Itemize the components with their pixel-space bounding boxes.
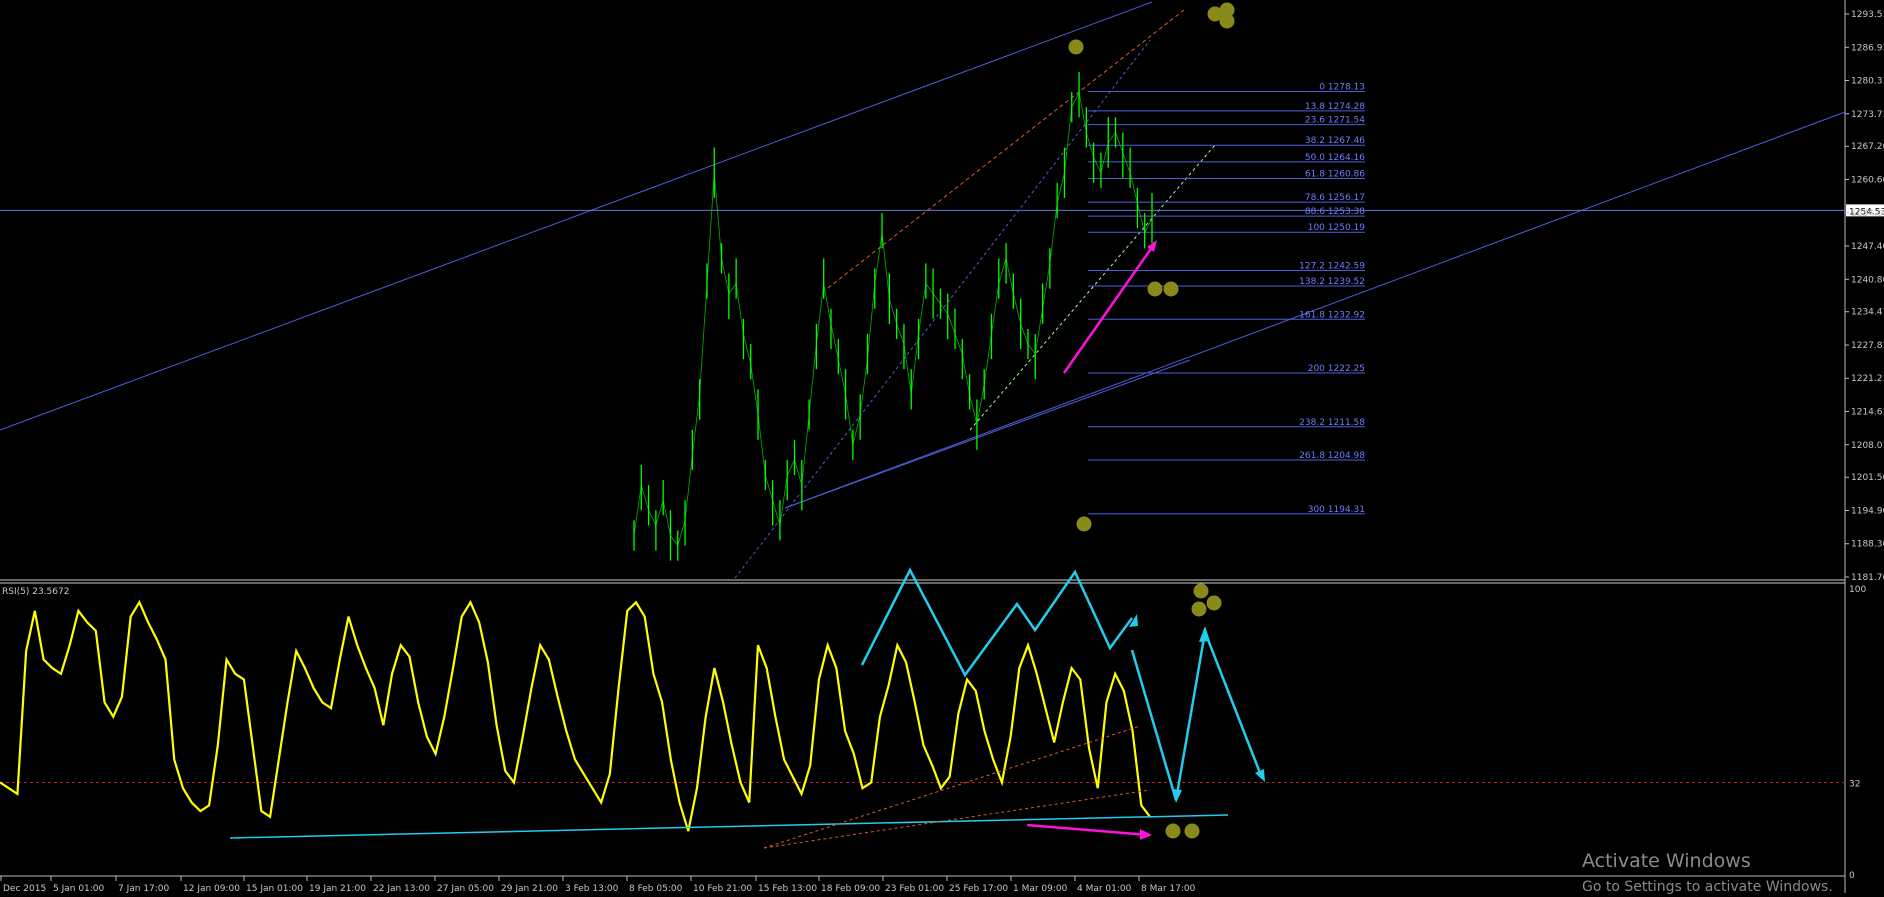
watermark-subtitle: Go to Settings to activate Windows. <box>1582 879 1833 895</box>
marker-dot <box>1206 595 1222 611</box>
price-tick-label: 1286.91 <box>1851 43 1884 53</box>
time-tick-label: 5 Jan 01:00 <box>53 884 105 893</box>
time-tick-label: 7 Jan 17:00 <box>118 884 170 893</box>
fib-level-label: 88.6 1253.38 <box>1305 207 1365 217</box>
marker-dot <box>1165 823 1181 839</box>
time-tick-label: 25 Feb 17:00 <box>949 884 1008 893</box>
price-tick-label: 1234.41 <box>1851 308 1884 318</box>
time-tick-label: 23 Feb 01:00 <box>885 884 944 893</box>
marker-dot <box>1193 583 1209 599</box>
price-tick-label: 1221.21 <box>1851 374 1884 384</box>
price-tick-label: 1293.51 <box>1851 10 1884 20</box>
fib-level-label: 100 1250.19 <box>1308 223 1366 233</box>
price-tick-label: 1208.01 <box>1851 441 1884 451</box>
price-tick-label: 1214.61 <box>1851 408 1884 418</box>
rsi-tick-label: 0 <box>1849 871 1855 881</box>
time-tick-label: 29 Jan 21:00 <box>501 884 558 893</box>
rsi-label: RSI(5) 23.5672 <box>2 587 69 597</box>
marker-dot <box>1184 823 1200 839</box>
fib-level-label: 23.6 1271.54 <box>1305 116 1365 126</box>
time-tick-label: 27 Jan 05:00 <box>437 884 494 893</box>
price-tick-label: 1240.86 <box>1851 275 1884 285</box>
time-tick-label: 15 Jan 01:00 <box>246 884 303 893</box>
time-tick-label: 4 Mar 01:00 <box>1077 884 1132 893</box>
time-tick-label: 18 Feb 09:00 <box>821 884 880 893</box>
price-tick-label: 1188.36 <box>1851 540 1884 550</box>
price-tick-label: 1247.46 <box>1851 242 1884 252</box>
watermark-title: Activate Windows <box>1582 850 1751 872</box>
time-tick-label: 8 Mar 17:00 <box>1141 884 1196 893</box>
time-tick-label: 12 Jan 09:00 <box>183 884 240 893</box>
price-tick-label: 1267.26 <box>1851 142 1884 152</box>
fib-level-label: 38.2 1267.46 <box>1305 136 1365 146</box>
price-tick-label: 1260.66 <box>1851 175 1884 185</box>
fib-level-label: 61.8 1260.86 <box>1305 169 1365 179</box>
time-tick-label: 15 Feb 13:00 <box>758 884 817 893</box>
fib-level-label: 13.8 1274.28 <box>1305 102 1365 112</box>
fib-level-label: 50.0 1264.16 <box>1305 153 1365 163</box>
price-tick-label: 1254.06 <box>1851 209 1884 219</box>
fib-level-label: 238.2 1211.58 <box>1299 418 1365 428</box>
price-tick-label: 1181.76 <box>1851 573 1884 583</box>
time-tick-label: 19 Jan 21:00 <box>309 884 366 893</box>
fib-level-label: 0 1278.13 <box>1319 82 1365 92</box>
time-tick-label: 22 Jan 13:00 <box>373 884 430 893</box>
fib-level-label: 300 1194.31 <box>1308 505 1365 515</box>
rsi-tick-label: 100 <box>1849 585 1866 595</box>
marker-dot <box>1219 13 1235 29</box>
time-tick-label: 3 Feb 13:00 <box>565 884 619 893</box>
time-tick-label: 10 Feb 21:00 <box>693 884 752 893</box>
marker-dot <box>1076 516 1092 532</box>
fib-level-label: 161.8 1232.92 <box>1299 310 1365 320</box>
chart-background <box>0 0 1884 893</box>
activate-windows-watermark: Activate Windows Go to Settings to activ… <box>1582 850 1833 895</box>
marker-dot <box>1068 39 1084 55</box>
fib-level-label: 200 1222.25 <box>1308 364 1365 374</box>
time-tick-label: 8 Feb 05:00 <box>629 884 683 893</box>
marker-dot <box>1147 281 1163 297</box>
fib-level-label: 138.2 1239.52 <box>1299 277 1365 287</box>
fib-level-label: 261.8 1204.98 <box>1299 451 1365 461</box>
price-tick-label: 1227.81 <box>1851 341 1884 351</box>
marker-dot <box>1191 601 1207 617</box>
time-tick-label: Dec 2015 <box>3 884 46 893</box>
chart-canvas[interactable]: 0 1278.13 13.8 1274.28 23.6 1271.54 38.2 12… <box>0 0 1884 894</box>
fib-level-label: 127.2 1242.59 <box>1299 262 1365 272</box>
time-tick-label: 1 Mar 09:00 <box>1013 884 1068 893</box>
price-tick-label: 1201.56 <box>1851 473 1884 483</box>
rsi-tick-label: 32 <box>1849 779 1860 789</box>
trading-chart[interactable]: 0 1278.13 13.8 1274.28 23.6 1271.54 38.2 12… <box>0 0 1884 894</box>
price-tick-label: 1273.71 <box>1851 110 1884 120</box>
fib-level-label: 78.6 1256.17 <box>1305 193 1365 203</box>
marker-dot <box>1163 281 1179 297</box>
price-tick-label: 1280.31 <box>1851 77 1884 87</box>
price-tick-label: 1194.96 <box>1851 506 1884 516</box>
